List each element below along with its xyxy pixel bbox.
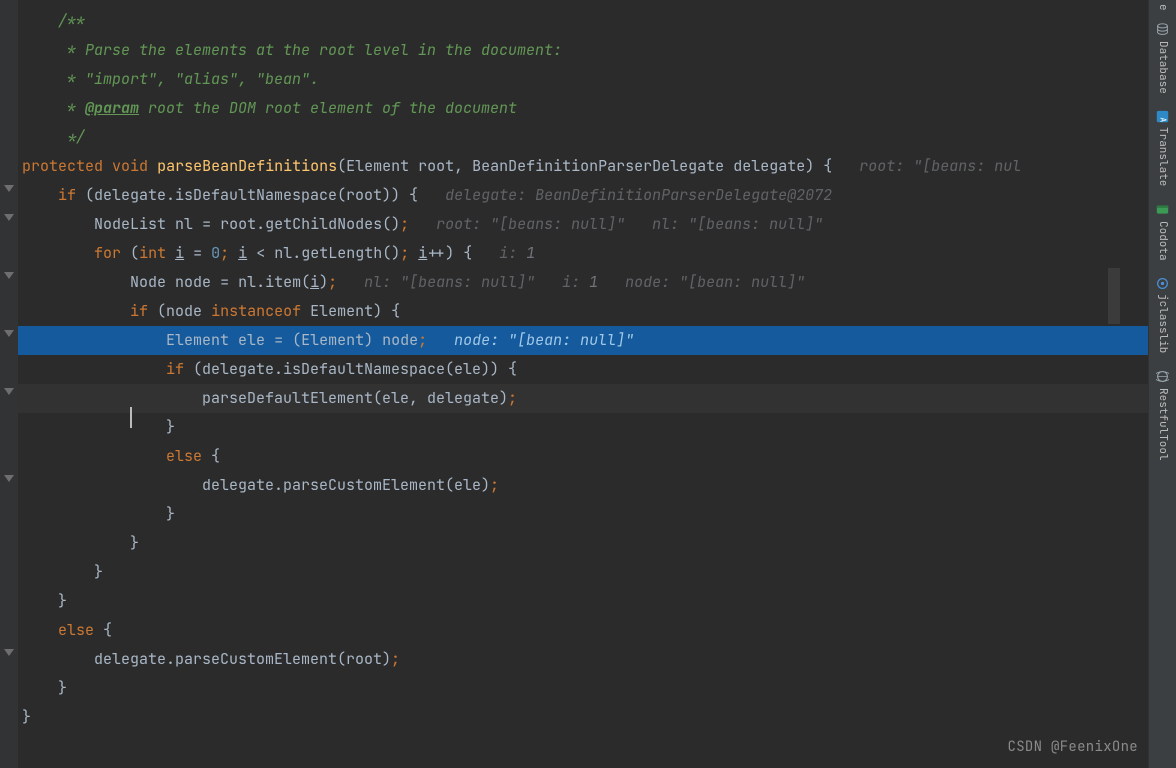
code-line: if (node instanceof Element) { (18, 297, 1148, 326)
tool-label: RestfulTool (1148, 388, 1176, 461)
code-line: } (18, 587, 1148, 616)
code-line: } (18, 413, 1148, 442)
fold-marker[interactable] (4, 388, 14, 396)
fold-marker[interactable] (4, 214, 14, 222)
restful-icon (1156, 370, 1170, 384)
watermark-text: CSDN @FeenixOne (1008, 733, 1139, 762)
fold-marker[interactable] (4, 272, 14, 280)
fold-marker[interactable] (4, 649, 14, 657)
fold-marker[interactable] (4, 330, 14, 338)
tool-label: Translate (1148, 127, 1176, 186)
tool-button-jclasslib[interactable]: jclasslib (1148, 268, 1176, 361)
code-line: * @param root the DOM root element of th… (18, 94, 1148, 123)
code-line: protected void parseBeanDefinitions(Elem… (18, 152, 1148, 181)
code-line: * Parse the elements at the root level i… (18, 36, 1148, 65)
svg-text:A: A (1158, 117, 1168, 122)
code-line: } (18, 674, 1148, 703)
code-area[interactable]: /** * Parse the elements at the root lev… (18, 0, 1148, 768)
tool-button-partial[interactable]: e (1148, 4, 1176, 15)
tool-label: Database (1148, 41, 1176, 94)
code-line: Node node = nl.item(i); nl: "[beans: nul… (18, 268, 1148, 297)
code-line: } (18, 500, 1148, 529)
vertical-scrollbar-thumb[interactable] (1108, 268, 1120, 324)
tool-label: e (1148, 4, 1176, 11)
codota-icon (1156, 203, 1170, 217)
code-line: } (18, 703, 1148, 732)
code-editor[interactable]: /** * Parse the elements at the root lev… (0, 0, 1148, 768)
tool-button-database[interactable]: Database (1148, 15, 1176, 102)
tool-label: jclasslib (1148, 294, 1176, 353)
code-line-current: parseDefaultElement(ele, delegate); (18, 384, 1148, 413)
code-line: * "import", "alias", "bean". (18, 65, 1148, 94)
code-line: } (18, 558, 1148, 587)
code-line: /** (18, 7, 1148, 36)
fold-marker[interactable] (4, 475, 14, 483)
code-line: for (int i = 0; i < nl.getLength(); i++)… (18, 239, 1148, 268)
code-line: delegate.parseCustomElement(ele); (18, 471, 1148, 500)
tool-button-translate[interactable]: A Translate (1148, 101, 1176, 194)
code-line: if (delegate.isDefaultNamespace(root)) {… (18, 181, 1148, 210)
code-line: if (delegate.isDefaultNamespace(ele)) { (18, 355, 1148, 384)
code-line: else { (18, 442, 1148, 471)
code-line-highlighted: Element ele = (Element) node; node: "[be… (18, 326, 1148, 355)
code-line: delegate.parseCustomElement(root); (18, 645, 1148, 674)
tool-window-bar-right: e Database A Translate Codota jclasslib … (1148, 0, 1176, 768)
code-line: else { (18, 616, 1148, 645)
code-line: NodeList nl = root.getChildNodes(); root… (18, 210, 1148, 239)
code-line: } (18, 529, 1148, 558)
database-icon (1156, 23, 1170, 37)
translate-icon: A (1156, 109, 1170, 123)
tool-button-restfultool[interactable]: RestfulTool (1148, 362, 1176, 469)
tool-button-codota[interactable]: Codota (1148, 195, 1176, 269)
jclasslib-icon (1156, 276, 1170, 290)
editor-gutter (0, 0, 18, 768)
tool-label: Codota (1148, 221, 1176, 261)
fold-marker[interactable] (4, 185, 14, 193)
code-line: */ (18, 123, 1148, 152)
